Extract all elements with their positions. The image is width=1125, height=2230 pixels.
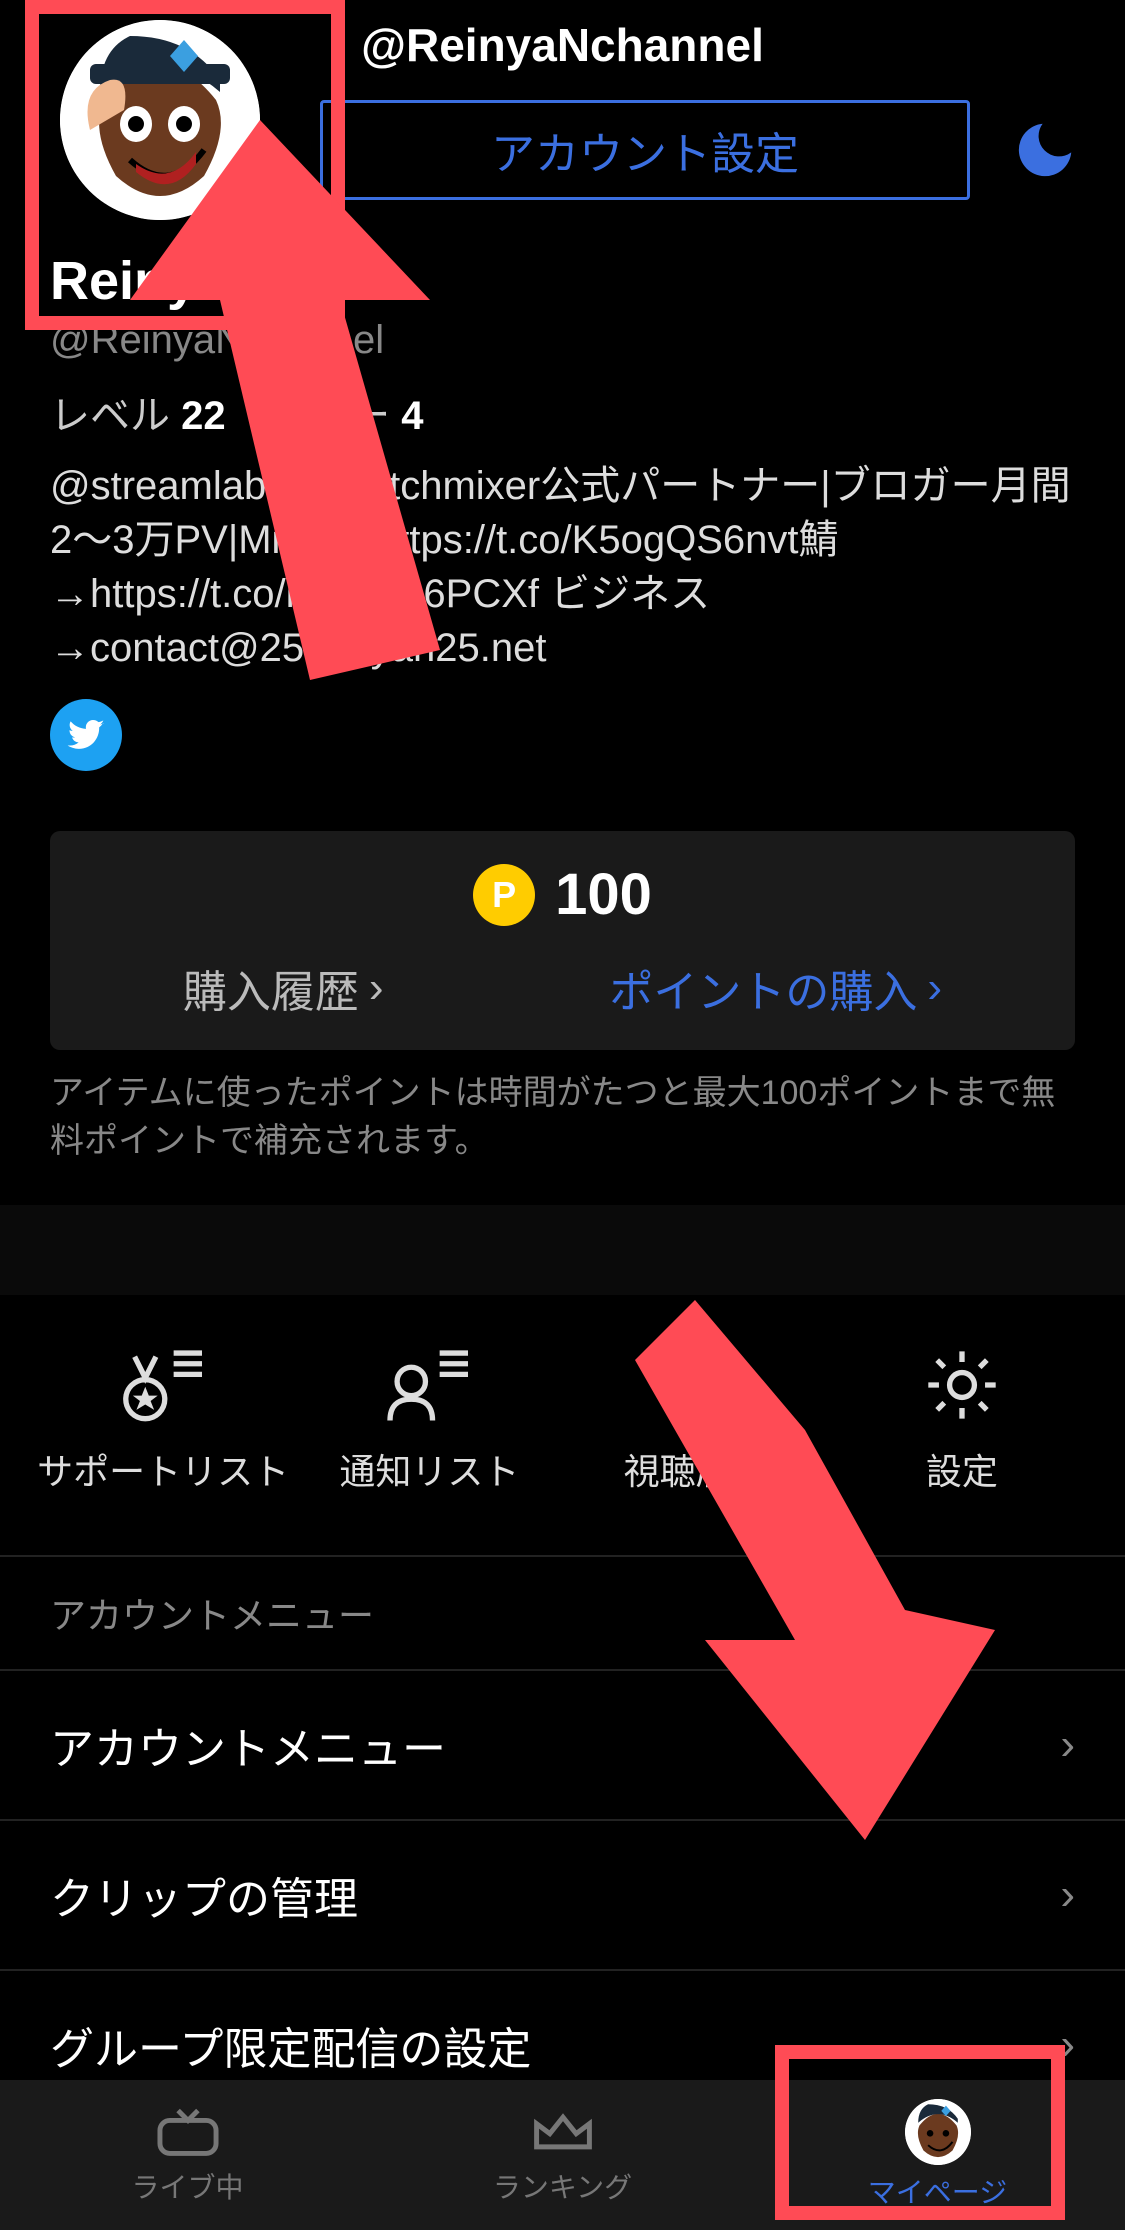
- chevron-right-icon: ›: [369, 963, 384, 1013]
- account-settings-button[interactable]: アカウント設定: [320, 100, 970, 200]
- person-list-icon: [386, 1346, 472, 1424]
- menu-clip-manage[interactable]: クリップの管理 ›: [0, 1819, 1125, 1969]
- tab-live-label: ライブ中: [131, 2166, 243, 2206]
- tab-mypage[interactable]: マイページ: [750, 2080, 1125, 2230]
- display-name: ReinyaN: [50, 250, 1075, 312]
- menu-label: アカウントメニュー: [50, 1713, 446, 1777]
- menu-label: グループ限定配信の設定: [50, 2013, 531, 2077]
- level-label: レベル: [50, 394, 170, 438]
- crown-icon: [530, 2107, 596, 2157]
- profile-username: @ReinyaNchannel: [50, 318, 1075, 363]
- watch-history-button[interactable]: 視聴履歴: [563, 1345, 829, 1495]
- tab-ranking[interactable]: ランキング: [375, 2080, 750, 2230]
- medal-list-icon: [120, 1346, 206, 1424]
- notify-list-label: 通知リスト: [339, 1443, 519, 1495]
- points-balance: P 100: [70, 861, 1055, 928]
- gear-icon: [923, 1346, 1001, 1424]
- chevron-right-icon: ›: [1060, 1720, 1075, 1770]
- chevron-right-icon: ›: [1060, 2020, 1075, 2070]
- tab-mypage-avatar: [905, 2099, 971, 2165]
- purchase-history-label: 購入履歴: [183, 956, 359, 1020]
- account-menu-heading: アカウントメニュー: [0, 1555, 1125, 1669]
- tab-bar: ライブ中 ランキング マイページ: [0, 2080, 1125, 2230]
- support-list-button[interactable]: サポートリスト: [30, 1345, 296, 1495]
- profile-stats: レベル 22 スター 4: [50, 383, 1075, 441]
- level-value: 22: [181, 394, 226, 438]
- header-username: @ReinyaNchannel: [361, 18, 764, 72]
- tab-mypage-label: マイページ: [868, 2171, 1007, 2211]
- star-label: スター: [270, 394, 390, 438]
- points-note: アイテムに使ったポイントは時間がたつと最大100ポイントまで無料ポイントで補充さ…: [0, 1050, 1125, 1205]
- menu-label: クリップの管理: [50, 1863, 358, 1927]
- tab-ranking-label: ランキング: [493, 2166, 632, 2206]
- moon-icon: [1010, 115, 1080, 185]
- buy-points-label: ポイントの購入: [609, 956, 917, 1020]
- clock-icon: [657, 1346, 735, 1424]
- twitter-icon: [66, 715, 106, 755]
- avatar[interactable]: [60, 20, 260, 220]
- profile-bio: @streamlabs @watchmixer公式パートナー|ブロガー月間2〜3…: [50, 459, 1075, 675]
- star-value: 4: [401, 394, 423, 438]
- notify-list-button[interactable]: 通知リスト: [296, 1345, 562, 1495]
- section-divider: [0, 1205, 1125, 1295]
- buy-points-link[interactable]: ポイントの購入 ›: [609, 956, 942, 1020]
- quick-actions-grid: サポートリスト 通知リスト 視聴履歴 設定: [0, 1295, 1125, 1555]
- tab-live[interactable]: ライブ中: [0, 2080, 375, 2230]
- support-list-label: サポートリスト: [37, 1443, 289, 1495]
- points-value: 100: [555, 861, 652, 928]
- purchase-history-link[interactable]: 購入履歴 ›: [183, 956, 384, 1020]
- menu-account-menu[interactable]: アカウントメニュー ›: [0, 1669, 1125, 1819]
- profile-section: ReinyaN @ReinyaNchannel レベル 22 スター 4 @st…: [0, 210, 1125, 801]
- dark-mode-toggle[interactable]: [995, 115, 1095, 185]
- settings-button[interactable]: 設定: [829, 1345, 1095, 1495]
- twitter-link[interactable]: [50, 699, 122, 771]
- chevron-right-icon: ›: [1060, 1870, 1075, 1920]
- watch-history-label: 視聴履歴: [624, 1443, 768, 1495]
- points-card: P 100 購入履歴 › ポイントの購入 ›: [50, 831, 1075, 1050]
- points-coin-icon: P: [473, 864, 535, 926]
- tv-icon: [155, 2107, 221, 2157]
- chevron-right-icon: ›: [927, 963, 942, 1013]
- settings-label: 設定: [926, 1443, 998, 1495]
